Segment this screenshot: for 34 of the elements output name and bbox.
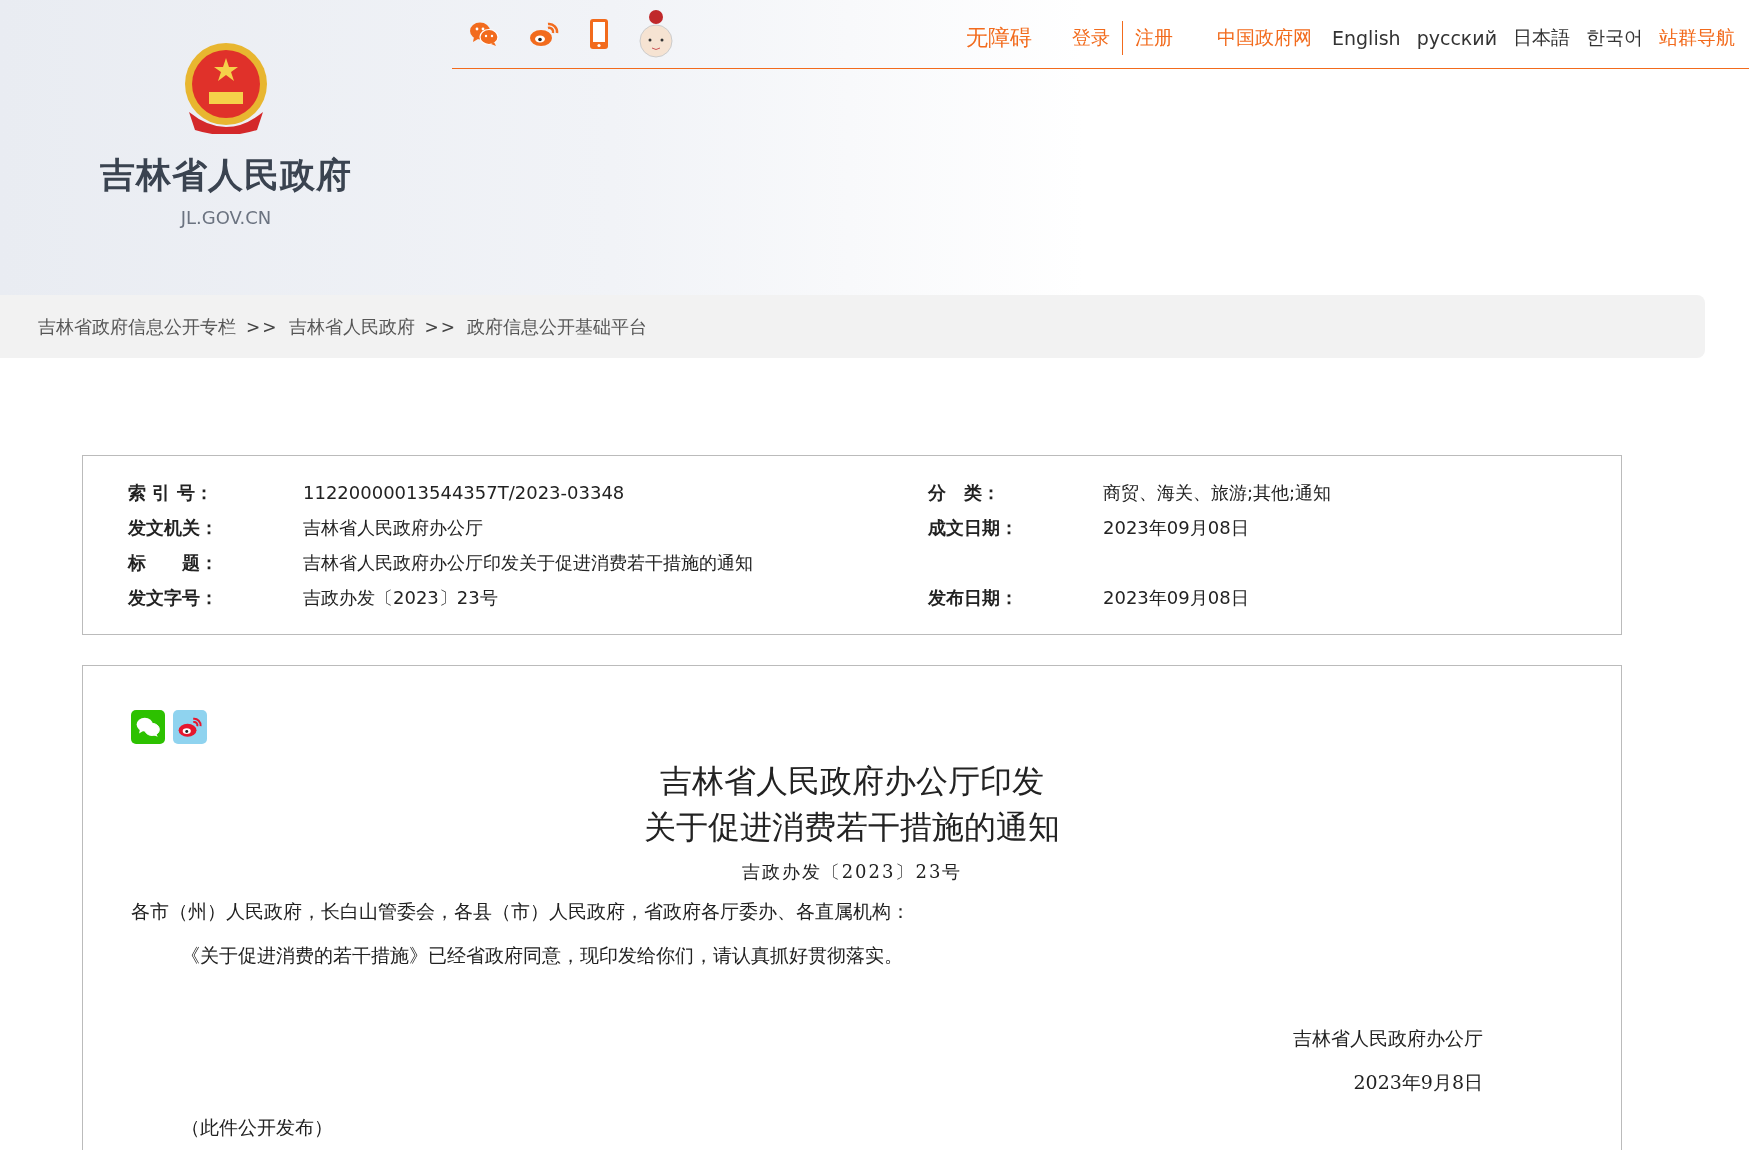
nav-link[interactable]: English <box>1332 27 1401 49</box>
metadata-label: 标 题： <box>128 551 219 575</box>
metadata-value: 11220000013544357T/2023-03348 <box>303 481 626 505</box>
metadata-value: 吉政办发〔2023〕23号 <box>303 586 499 610</box>
nav-link[interactable]: русский <box>1416 27 1497 49</box>
article-title: 吉林省人民政府办公厅印发 关于促进消费若干措施的通知 <box>643 761 1061 848</box>
breadcrumb-link[interactable]: 政府信息公开基础平台 <box>467 314 647 339</box>
salutation: 各市（州）人民政府，长白山管委会，各县（市）人民政府，省政府各厅委办、各直属机构： <box>131 899 911 924</box>
metadata-label: 索 引 号： <box>128 481 214 505</box>
breadcrumb-link[interactable]: 吉林省政府信息公开专栏 <box>38 314 236 339</box>
metadata-value: 商贸、海关、旅游;其他;通知 <box>1103 481 1333 505</box>
metadata-label: 发布日期： <box>928 586 1019 610</box>
site-domain: JL.GOV.CN <box>180 207 272 228</box>
metadata-value: 吉林省人民政府办公厅印发关于促进消费若干措施的通知 <box>303 551 754 575</box>
document-number: 吉政办发〔2023〕23号 <box>740 860 964 884</box>
metadata-value: 2023年09月08日 <box>1103 586 1250 610</box>
document-date: 2023年9月8日 <box>1353 1071 1483 1093</box>
metadata-value: 吉林省人民政府办公厅 <box>303 516 484 540</box>
metadata-label: 成文日期： <box>928 516 1019 540</box>
baby-mascot-icon[interactable] <box>638 7 674 61</box>
breadcrumb-separator: >> <box>424 316 457 337</box>
breadcrumb-link[interactable]: 吉林省人民政府 <box>288 314 415 339</box>
nav-link[interactable]: 한국어 <box>1586 25 1643 51</box>
publication-note: （此件公开发布） <box>180 1115 334 1140</box>
nav-link[interactable]: 日本語 <box>1513 25 1570 51</box>
metadata-label: 分 类： <box>928 481 1001 505</box>
metadata-value: 2023年09月08日 <box>1103 516 1250 540</box>
metadata-label: 发文字号： <box>128 586 219 610</box>
site-name: 吉林省人民政府 <box>100 154 352 197</box>
metadata-label: 发文机关： <box>128 516 219 540</box>
mobile-phone-icon[interactable] <box>588 18 610 50</box>
body-paragraph: 《关于促进消费的若干措施》已经省政府同意，现印发给你们，请认真抓好贯彻落实。 <box>180 943 904 968</box>
breadcrumb-separator: >> <box>246 316 279 337</box>
signature: 吉林省人民政府办公厅 <box>1293 1027 1483 1049</box>
